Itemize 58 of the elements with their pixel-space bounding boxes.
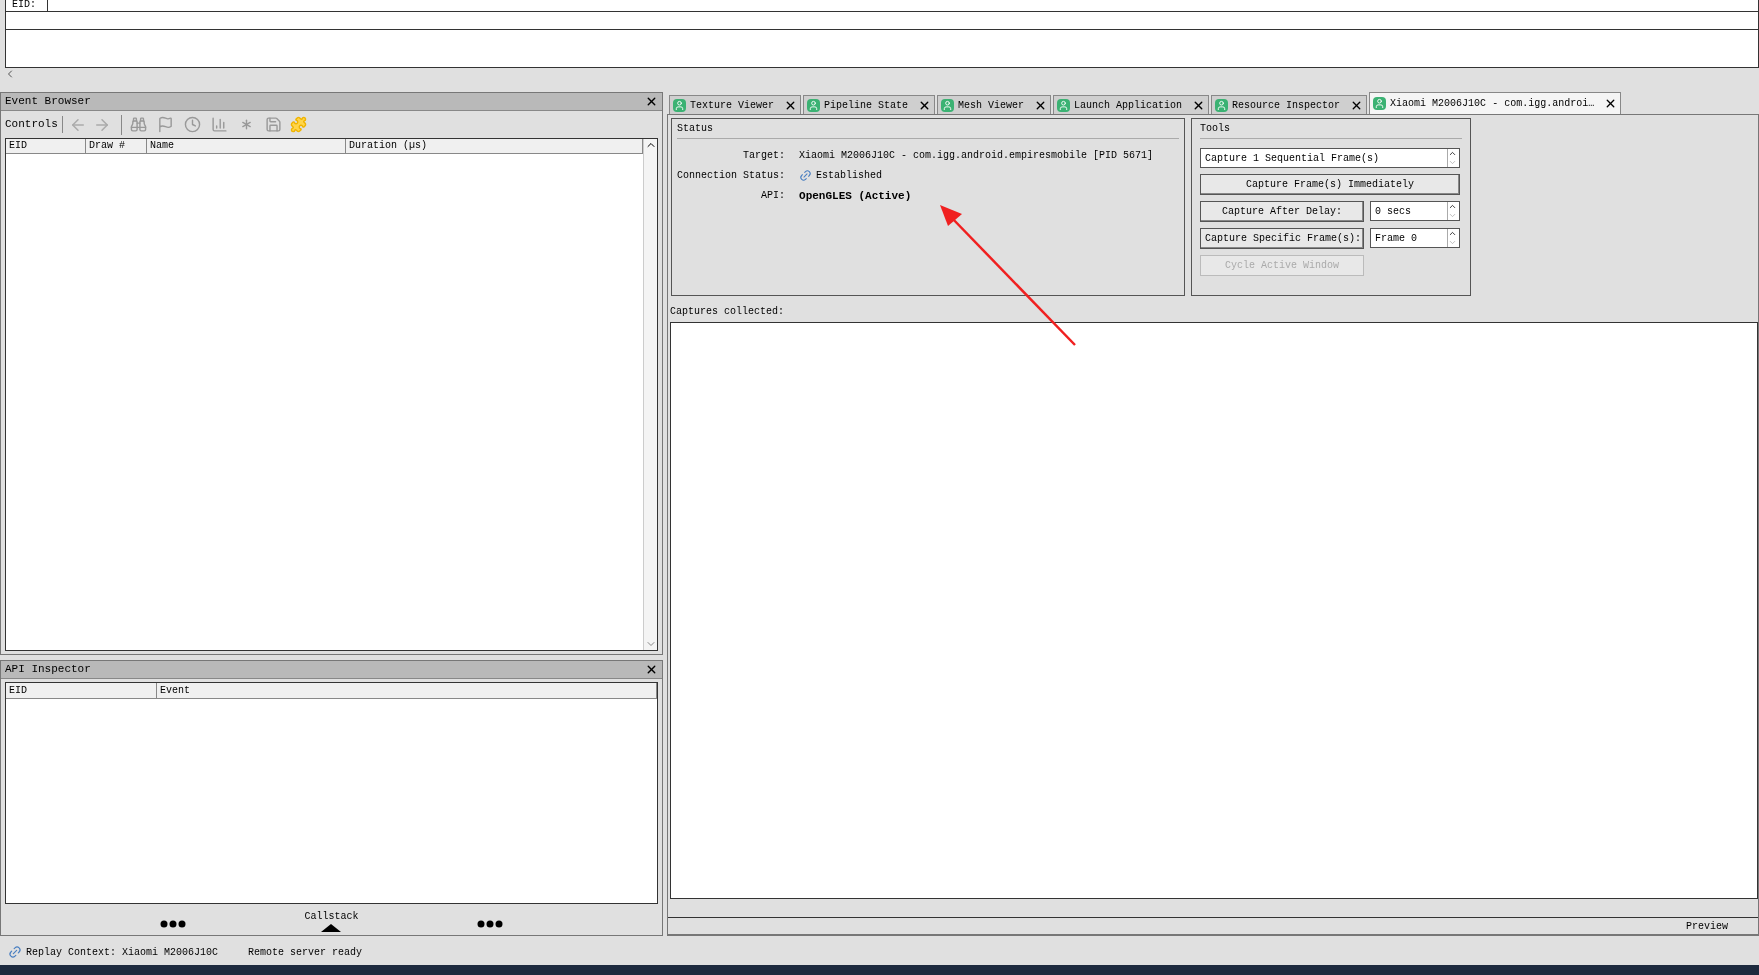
status-label: API:: [760, 189, 786, 203]
controls-label: Controls: [5, 116, 63, 133]
tab[interactable]: Launch Application: [1053, 95, 1210, 114]
spin-box[interactable]: Frame 0: [1370, 228, 1460, 248]
tab-label: Mesh Viewer: [958, 98, 1025, 113]
capture-button[interactable]: Capture Specific Frame(s):: [1200, 228, 1364, 249]
status-value: Xiaomi M2006J10C - com.igg.android.empiresmobile [PID 5671]: [799, 149, 1155, 163]
status-label: Target:: [742, 149, 786, 163]
tab[interactable]: Resource Inspector: [1211, 95, 1368, 114]
tab-icon: [941, 98, 955, 112]
tab-label: Resource Inspector: [1232, 98, 1341, 113]
capture-button[interactable]: Capture Frame(s) Immediately: [1200, 174, 1460, 195]
tab[interactable]: Xiaomi M2006J10C - com.igg.androi…: [1369, 92, 1622, 114]
scrollbar[interactable]: [643, 139, 657, 650]
status-label: Connection Status:: [677, 169, 786, 183]
group-title: Tools: [1200, 119, 1462, 139]
flag-icon[interactable]: [156, 116, 174, 133]
status-value: OpenGLES (Active): [799, 189, 913, 204]
bar-chart-icon[interactable]: [210, 116, 228, 133]
spin-value: Frame 0: [1374, 231, 1418, 246]
tab[interactable]: Texture Viewer: [669, 95, 801, 114]
status-value: Established: [816, 169, 883, 183]
tab-label: Pipeline State: [824, 98, 909, 113]
server-status: Remote server ready: [248, 945, 363, 960]
tab-label: Launch Application: [1074, 98, 1183, 113]
group-title: Status: [677, 119, 1179, 139]
column-header[interactable]: EID: [6, 139, 86, 153]
spin-value: Capture 1 Sequential Frame(s): [1204, 151, 1381, 166]
preview-label: Preview: [1686, 919, 1728, 934]
expand-triangle-icon[interactable]: [321, 924, 342, 932]
binoculars-icon[interactable]: [129, 116, 147, 133]
captures-label: Captures collected:: [669, 305, 786, 319]
column-header[interactable]: EID: [6, 683, 157, 698]
spin-value: 0 secs: [1374, 204, 1412, 219]
more-dots-icon[interactable]: [160, 920, 187, 928]
spin-box[interactable]: 0 secs: [1370, 201, 1460, 221]
callstack-label: Callstack: [304, 910, 359, 924]
column-header[interactable]: Event: [157, 683, 657, 698]
column-header[interactable]: Name: [147, 139, 346, 153]
tab-icon: [1215, 98, 1229, 112]
tab-icon: [807, 98, 820, 112]
panel-title: Event Browser: [5, 94, 91, 110]
save-icon[interactable]: [264, 116, 282, 133]
tab[interactable]: Pipeline State: [803, 95, 936, 114]
column-header[interactable]: Draw #: [86, 139, 147, 153]
clock-icon[interactable]: [183, 116, 201, 133]
tab-icon: [1057, 98, 1071, 112]
panel-title: API Inspector: [5, 662, 91, 678]
capture-button[interactable]: Capture After Delay:: [1200, 201, 1364, 222]
replay-context: Replay Context: Xiaomi M2006J10C: [26, 945, 219, 960]
tab[interactable]: Mesh Viewer: [937, 95, 1052, 114]
tab-icon: [1373, 97, 1387, 110]
spin-box[interactable]: Capture 1 Sequential Frame(s): [1200, 148, 1460, 168]
tab-label: Texture Viewer: [690, 98, 774, 113]
tab-icon: [673, 98, 686, 112]
tab-label: Xiaomi M2006J10C - com.igg.androi…: [1390, 97, 1595, 111]
eid-label: EID:: [6, 0, 48, 11]
more-dots-icon[interactable]: [476, 920, 503, 928]
